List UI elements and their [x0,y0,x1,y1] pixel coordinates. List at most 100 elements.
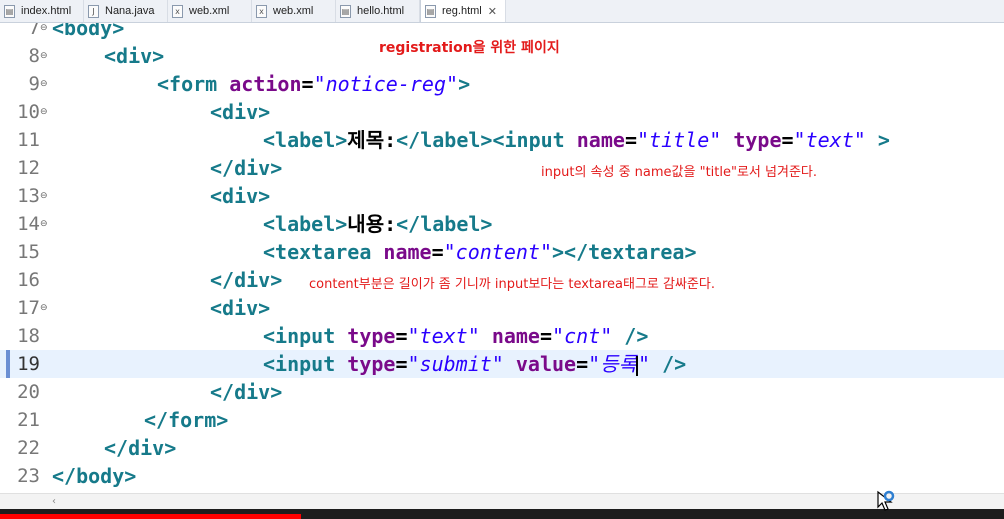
fold-icon[interactable]: ⊖ [40,73,48,95]
line-number: 12 [17,157,40,179]
line-number: 16 [17,269,40,291]
code-token: 내용: [347,212,397,236]
tab-label: reg.html [442,5,482,17]
tab-web-xml-2[interactable]: x web.xml [252,0,336,22]
code-line-20: 20 </div> [0,378,1004,406]
code-line-21: 21 </form> [0,406,1004,434]
code-token: <div> [210,184,271,208]
code-token: "등록 [588,352,637,376]
annotation-input-note: input의 속성 중 name값을 "title"로서 넘겨준다. [541,165,817,180]
line-number: 10 [17,101,40,123]
code-token: </div> [104,436,177,460]
tab-label: web.xml [273,5,314,17]
tab-hello-html[interactable]: ▤ hello.html [336,0,420,22]
html-file-icon: ▤ [340,4,351,18]
code-token: <input [263,352,336,376]
code-line-10: 10 ⊖ <div> [0,98,1004,126]
code-token: type [347,324,396,348]
annotation-title: registration을 위한 페이지 [379,40,560,56]
code-editor[interactable]: 7 ⊖ <body> 8 ⊖ <div> 9 ⊖ <form action="n… [0,23,1004,493]
html-file-icon: ▤ [425,4,436,18]
code-token: "text" [793,128,866,152]
code-token: </form> [144,408,229,432]
code-token: type [347,352,396,376]
code-token: name [491,324,540,348]
line-number: 18 [17,325,40,347]
tab-label: index.html [21,5,72,17]
code-token: ></textarea> [552,240,697,264]
code-token: </body> [52,464,137,488]
code-line-19-current: 19 <input type="submit" value="등록" /> [0,350,1004,378]
code-token: </label> [396,128,493,152]
line-number: 23 [17,465,40,487]
code-token: "text" [407,324,480,348]
code-token: /> [662,352,687,376]
code-line-14: 14 ⊖ <label>내용:</label> [0,210,1004,238]
code-token: <body> [52,23,125,40]
close-tab-icon[interactable]: ✕ [488,5,497,18]
code-token: "title" [636,128,722,152]
code-line-18: 18 <input type="text" name="cnt" /> [0,322,1004,350]
line-number: 21 [17,409,40,431]
tab-label: Nana.java [105,5,155,17]
line-number: 20 [17,381,40,403]
code-token: > [458,72,471,96]
line-number: 9 [28,73,40,95]
line-number: 19 [17,353,40,375]
fold-icon[interactable]: ⊖ [40,101,48,123]
code-token: <div> [210,296,271,320]
code-line-22: 22 </div> [0,434,1004,462]
code-token: <label> [263,128,348,152]
tab-label: hello.html [357,5,405,17]
video-progress-bar[interactable] [0,514,302,519]
code-line-15: 15 <textarea name="content"></textarea> [0,238,1004,266]
code-token: </div> [210,156,283,180]
code-line-23: 23 </body> [0,462,1004,490]
line-number: 22 [17,437,40,459]
mouse-cursor-icon [877,490,895,511]
code-line-11: 11 <label>제목:</label><input name="title"… [0,126,1004,154]
editor-tab-bar: ▤ index.html J Nana.java x web.xml x web… [0,0,1004,23]
code-token: <input [492,128,565,152]
annotation-content-note: content부분은 길이가 좀 기니까 input보다는 textarea태그… [309,277,715,292]
code-token: name [576,128,625,152]
code-token: <textarea [263,240,372,264]
fold-icon[interactable]: ⊖ [40,297,48,319]
code-token: value [515,352,577,376]
fold-icon[interactable]: ⊖ [40,213,48,235]
fold-icon[interactable]: ⊖ [40,185,48,207]
code-token: </label> [396,212,493,236]
line-number: 11 [17,129,40,151]
code-token: </div> [210,380,283,404]
line-number: 13 [17,185,40,207]
tab-nana-java[interactable]: J Nana.java [84,0,168,22]
code-token: > [877,128,890,152]
code-token: "submit" [407,352,504,376]
code-token: action [229,72,302,96]
line-number: 7 [28,23,40,39]
line-number: 17 [17,297,40,319]
code-token: <form [157,72,218,96]
tab-label: web.xml [189,5,230,17]
fold-icon[interactable]: ⊖ [40,45,48,67]
tab-reg-html[interactable]: ▤ reg.html ✕ [420,0,506,22]
code-token: "notice-reg" [313,72,459,96]
horizontal-scrollbar[interactable]: ‹ [0,493,1004,510]
tab-index-html[interactable]: ▤ index.html [0,0,84,22]
code-line-17: 17 ⊖ <div> [0,294,1004,322]
line-number: 15 [17,241,40,263]
code-token: "content" [443,240,553,264]
code-token: " [638,352,651,376]
line-number: 8 [28,45,40,67]
code-token: <div> [104,44,165,68]
code-token: "cnt" [552,324,613,348]
fold-icon[interactable]: ⊖ [40,23,48,39]
code-token: <input [263,324,336,348]
xml-file-icon: x [172,4,183,18]
code-line-9: 9 ⊖ <form action="notice-reg"> [0,70,1004,98]
tab-web-xml-1[interactable]: x web.xml [168,0,252,22]
code-token: name [383,240,432,264]
code-line-13: 13 ⊖ <div> [0,182,1004,210]
scroll-left-icon[interactable]: ‹ [52,494,56,510]
code-token: /> [624,324,649,348]
